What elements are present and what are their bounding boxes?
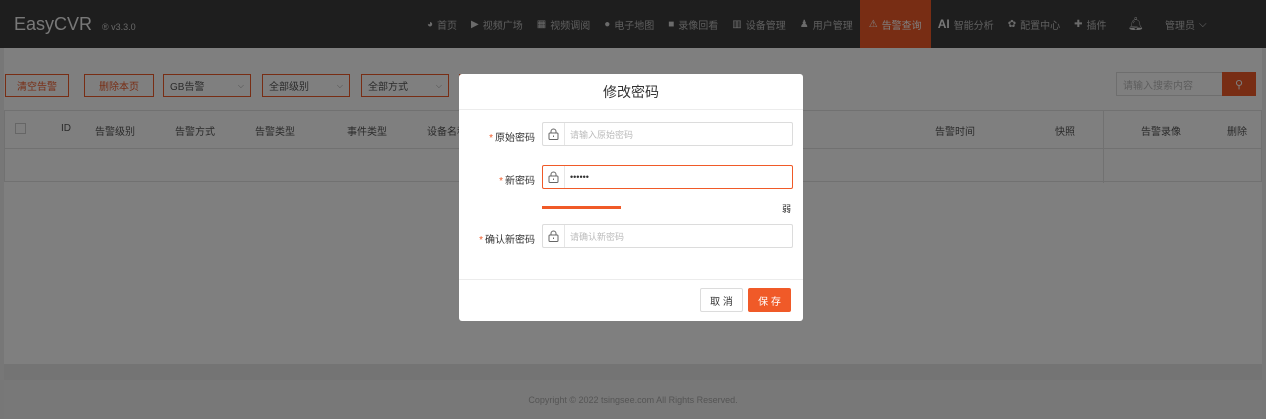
confirm-password-label: * 确认新密码 [479,235,535,246]
save-button[interactable]: 保 存 [748,288,791,312]
lock-icon [543,123,565,145]
new-password-value: •••••• [570,172,589,182]
new-password-field[interactable]: •••••• [542,165,793,189]
dialog-footer-divider [459,279,803,280]
cancel-button[interactable]: 取 消 [700,288,743,312]
dialog-title: 修改密码 [459,74,803,110]
confirm-password-field[interactable]: 请确认新密码 [542,224,793,248]
password-strength-bar [542,206,621,209]
password-strength-label: 弱 [782,204,792,214]
old-password-field[interactable]: 请输入原始密码 [542,122,793,146]
confirm-password-placeholder: 请确认新密码 [570,231,625,242]
old-password-placeholder: 请输入原始密码 [570,129,634,140]
lock-icon [543,166,565,188]
old-password-label: * 原始密码 [489,133,535,144]
new-password-label: * 新密码 [499,176,535,187]
lock-icon [543,225,565,247]
change-password-dialog: 修改密码 * 原始密码 请输入原始密码 * 新密码 •••••• 弱 * 确认新密码 … [459,74,803,321]
